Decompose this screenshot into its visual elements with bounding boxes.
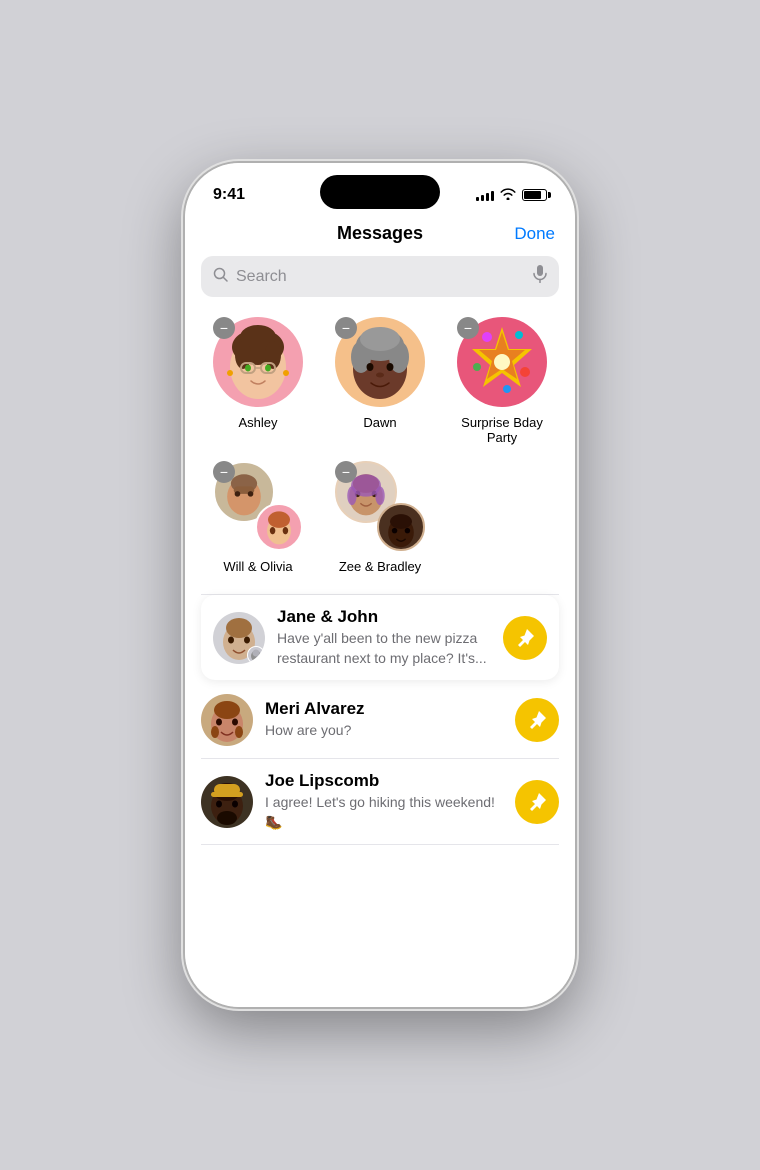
main-content: Messages Done Search <box>185 213 575 1007</box>
pinned-contact-surprise-bday[interactable]: − Surprise Bday Party <box>445 317 559 445</box>
wifi-icon <box>500 188 516 203</box>
conv-name-meri: Meri Alvarez <box>265 699 503 719</box>
avatar-jane-john <box>213 612 265 664</box>
pin-button-jane-john[interactable] <box>503 616 547 660</box>
pinned-name-surprise: Surprise Bday Party <box>445 415 559 445</box>
conv-name-jane-john: Jane & John <box>277 607 491 627</box>
avatar-joe <box>201 776 253 828</box>
pinned-name-zee-bradley: Zee & Bradley <box>339 559 421 574</box>
header: Messages Done <box>201 213 559 256</box>
done-button[interactable]: Done <box>514 224 555 244</box>
page-title: Messages <box>337 223 423 244</box>
pinned-name-will-olivia: Will & Olivia <box>223 559 292 574</box>
conv-preview-joe: I agree! Let's go hiking this weekend! 🥾 <box>265 793 503 832</box>
conversation-item-jane-john[interactable]: Jane & John Have y'all been to the new p… <box>201 595 559 680</box>
conv-text-joe: Joe Lipscomb I agree! Let's go hiking th… <box>265 771 503 832</box>
conv-name-joe: Joe Lipscomb <box>265 771 503 791</box>
signal-icon <box>476 189 494 201</box>
pinned-contact-zee-bradley[interactable]: − <box>323 461 437 574</box>
phone-frame: 9:41 <box>185 163 575 1007</box>
remove-dawn-btn[interactable]: − <box>335 317 357 339</box>
conversation-item-joe[interactable]: Joe Lipscomb I agree! Let's go hiking th… <box>201 759 559 845</box>
conv-preview-meri: How are you? <box>265 721 503 741</box>
pinned-name-dawn: Dawn <box>363 415 396 430</box>
conv-text-meri: Meri Alvarez How are you? <box>265 699 503 741</box>
group-badge-jane-john <box>247 646 265 664</box>
remove-will-olivia-btn[interactable]: − <box>213 461 235 483</box>
pinned-contact-dawn[interactable]: − Dawn <box>323 317 437 445</box>
pinned-contact-will-olivia[interactable]: − <box>201 461 315 574</box>
mic-icon[interactable] <box>533 265 547 288</box>
dynamic-island <box>320 175 440 209</box>
search-bar[interactable]: Search <box>201 256 559 297</box>
remove-zee-bradley-btn[interactable]: − <box>335 461 357 483</box>
search-placeholder: Search <box>236 268 525 286</box>
pinned-contacts-grid: − Ashley <box>201 317 559 574</box>
pin-button-joe[interactable] <box>515 780 559 824</box>
pin-button-meri[interactable] <box>515 698 559 742</box>
conversation-list: Jane & John Have y'all been to the new p… <box>201 594 559 845</box>
conversation-item-meri[interactable]: Meri Alvarez How are you? <box>201 682 559 759</box>
conv-preview-jane-john: Have y'all been to the new pizza restaur… <box>277 629 491 668</box>
remove-ashley-btn[interactable]: − <box>213 317 235 339</box>
remove-surprise-btn[interactable]: − <box>457 317 479 339</box>
status-time: 9:41 <box>213 186 245 204</box>
battery-icon <box>522 189 547 201</box>
pinned-contact-ashley[interactable]: − Ashley <box>201 317 315 445</box>
search-icon <box>213 267 228 286</box>
conv-text-jane-john: Jane & John Have y'all been to the new p… <box>277 607 491 668</box>
phone-inner: 9:41 <box>185 163 575 1007</box>
status-icons <box>476 188 547 203</box>
avatar-meri <box>201 694 253 746</box>
pinned-name-ashley: Ashley <box>238 415 277 430</box>
